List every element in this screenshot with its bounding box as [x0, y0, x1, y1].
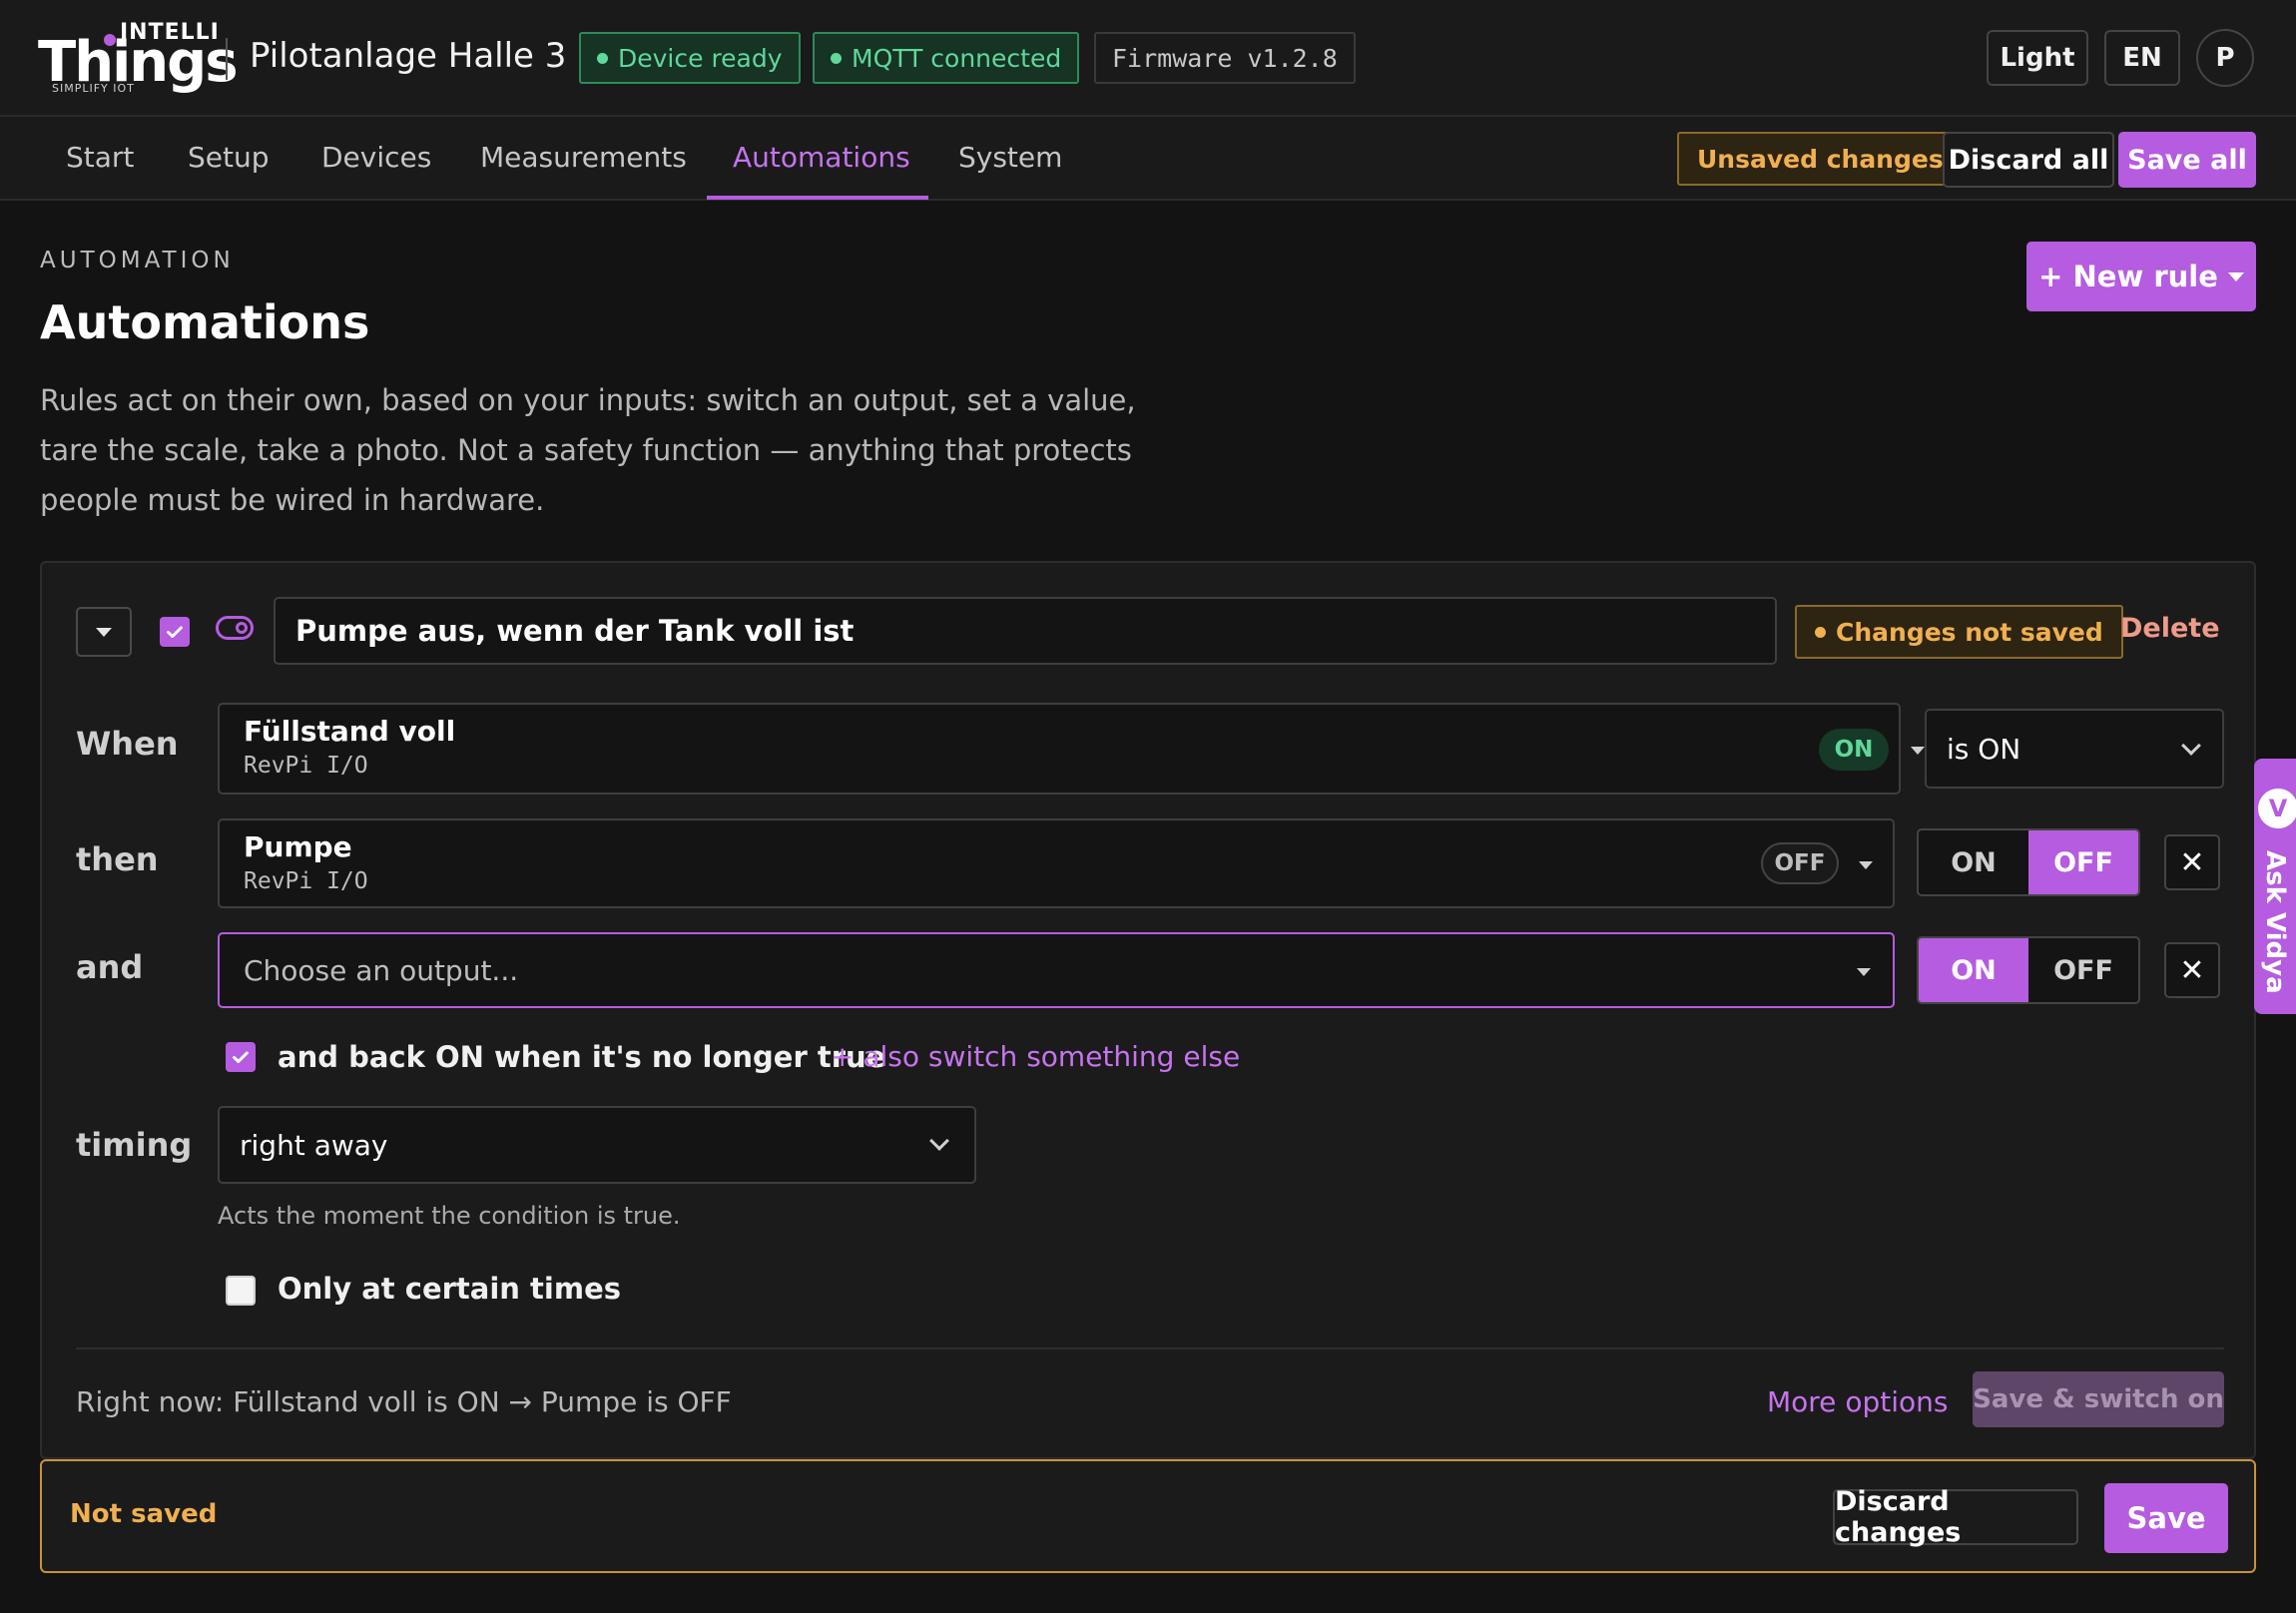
caret-down-icon [1859, 861, 1873, 869]
save-all-button[interactable]: Save all [2118, 132, 2256, 188]
logo-tagline: SIMPLIFY IOT [52, 82, 135, 95]
then-off-option[interactable]: OFF [2028, 830, 2138, 894]
check-icon [167, 626, 183, 639]
mqtt-status-badge: MQTT connected [813, 32, 1080, 84]
theme-toggle-button[interactable]: Light [1987, 30, 2088, 86]
device-status-text: Device ready [618, 43, 783, 73]
when-label: When [76, 725, 179, 763]
input-state-badge: ON [1819, 729, 1889, 771]
close-icon: ✕ [2179, 844, 2205, 880]
caret-down-icon [2227, 271, 2244, 281]
remove-action-button[interactable]: ✕ [2164, 834, 2220, 890]
then-label: then [76, 840, 159, 878]
device-status-badge: Device ready [579, 32, 801, 84]
more-options-link[interactable]: More options [1767, 1385, 1948, 1418]
language-button[interactable]: EN [2104, 30, 2180, 86]
and-label: and [76, 948, 144, 986]
tab-devices[interactable]: Devices [321, 141, 431, 174]
revert-checkbox[interactable] [226, 1042, 256, 1072]
timing-hint: Acts the moment the condition is true. [218, 1202, 681, 1230]
timing-select[interactable]: right away [218, 1106, 976, 1184]
rule-enabled-checkbox[interactable] [160, 617, 190, 647]
caret-down-icon [96, 627, 112, 637]
output-state-badge: OFF [1761, 842, 1839, 884]
firmware-badge: Firmware v1.2.8 [1094, 32, 1356, 84]
input-name: Füllstand voll [244, 715, 456, 748]
not-saved-status: Not saved [70, 1499, 218, 1529]
status-dot-icon [597, 52, 608, 64]
site-title: Pilotanlage Halle 3 [250, 36, 567, 76]
condition-select[interactable]: is ON [1925, 709, 2224, 789]
tab-system[interactable]: System [958, 141, 1062, 174]
and-on-option[interactable]: ON [1919, 938, 2028, 1002]
status-dot-icon [1815, 626, 1826, 638]
certain-times-label: Only at certain times [278, 1272, 621, 1306]
then-on-off-toggle: ON OFF [1917, 828, 2140, 896]
remove-action-button[interactable]: ✕ [2164, 942, 2220, 998]
output-name: Pumpe [244, 830, 352, 863]
collapse-rule-button[interactable] [76, 607, 132, 657]
chevron-down-icon [2181, 736, 2201, 756]
choose-output-select[interactable]: Choose an output... [218, 932, 1895, 1008]
toggle-knob [236, 622, 248, 634]
timing-label: timing [76, 1126, 193, 1164]
user-avatar-button[interactable]: P [2196, 29, 2254, 87]
logo-dot [104, 34, 116, 46]
close-icon: ✕ [2179, 952, 2205, 988]
status-dot-icon [831, 52, 842, 64]
card-divider [76, 1347, 2224, 1349]
rule-card: Pumpe aus, wenn der Tank voll ist Change… [40, 561, 2256, 1459]
changes-not-saved-badge: Changes not saved [1795, 605, 2123, 659]
active-tab-indicator [707, 196, 928, 200]
new-rule-button[interactable]: + New rule [2026, 242, 2256, 311]
caret-down-icon [1911, 747, 1925, 755]
save-and-switch-on-button[interactable]: Save & switch on [1973, 1371, 2224, 1427]
section-kicker: AUTOMATION [40, 248, 235, 273]
chevron-down-icon [929, 1131, 949, 1151]
tab-automations[interactable]: Automations [733, 141, 910, 174]
discard-changes-button[interactable]: Discard changes [1833, 1486, 2078, 1548]
tab-setup[interactable]: Setup [188, 141, 270, 174]
discard-all-button[interactable]: Discard all [1943, 132, 2114, 188]
unsaved-save-bar: Not saved Discard changes Save [40, 1459, 2256, 1573]
ask-vidya-tab[interactable]: V Ask Vidya [2254, 759, 2296, 1014]
caret-down-icon [1857, 968, 1871, 976]
changes-not-saved-text: Changes not saved [1836, 617, 2103, 647]
new-rule-label: + New rule [2038, 260, 2218, 293]
then-on-option[interactable]: ON [1919, 830, 2028, 894]
page-description: Rules act on their own, based on your in… [40, 383, 1136, 517]
tab-measurements[interactable]: Measurements [480, 141, 687, 174]
condition-value: is ON [1947, 732, 2021, 766]
check-icon [233, 1051, 249, 1064]
timing-value: right away [240, 1128, 388, 1162]
intellithings-logo[interactable]: INTELLI Things SIMPLIFY IOT [38, 20, 239, 96]
rule-name-input[interactable]: Pumpe aus, wenn der Tank voll ist [274, 597, 1777, 665]
unsaved-changes-badge: Unsaved changes [1677, 132, 1964, 186]
delete-rule-button[interactable]: Delete [2120, 613, 2220, 644]
add-output-link[interactable]: + also switch something else [831, 1040, 1240, 1073]
tab-start[interactable]: Start [66, 141, 134, 174]
mqtt-status-text: MQTT connected [852, 43, 1062, 73]
output-picker[interactable]: Pumpe RevPi I/O OFF [218, 818, 1895, 908]
input-source: RevPi I/O [244, 753, 368, 779]
certain-times-checkbox[interactable] [226, 1276, 256, 1306]
input-picker[interactable]: Füllstand voll RevPi I/O ON [218, 703, 1925, 795]
ask-vidya-label: Ask Vidya [2260, 850, 2290, 994]
revert-label: and back ON when it's no longer true [278, 1040, 886, 1074]
vidya-avatar-icon: V [2258, 789, 2296, 828]
rule-toggle-icon[interactable] [216, 616, 254, 640]
choose-output-placeholder: Choose an output... [244, 953, 519, 987]
logo-divider [226, 38, 228, 80]
and-off-option[interactable]: OFF [2028, 938, 2138, 1002]
main-nav: Start Setup Devices Measurements Automat… [0, 117, 2296, 201]
and-on-off-toggle: ON OFF [1917, 936, 2140, 1004]
page-title: Automations [40, 295, 370, 349]
top-header: INTELLI Things SIMPLIFY IOT Pilotanlage … [0, 0, 2296, 117]
output-source: RevPi I/O [244, 868, 368, 894]
save-button[interactable]: Save [2104, 1483, 2228, 1553]
rule-status-line: Right now: Füllstand voll is ON → Pumpe … [76, 1385, 732, 1418]
